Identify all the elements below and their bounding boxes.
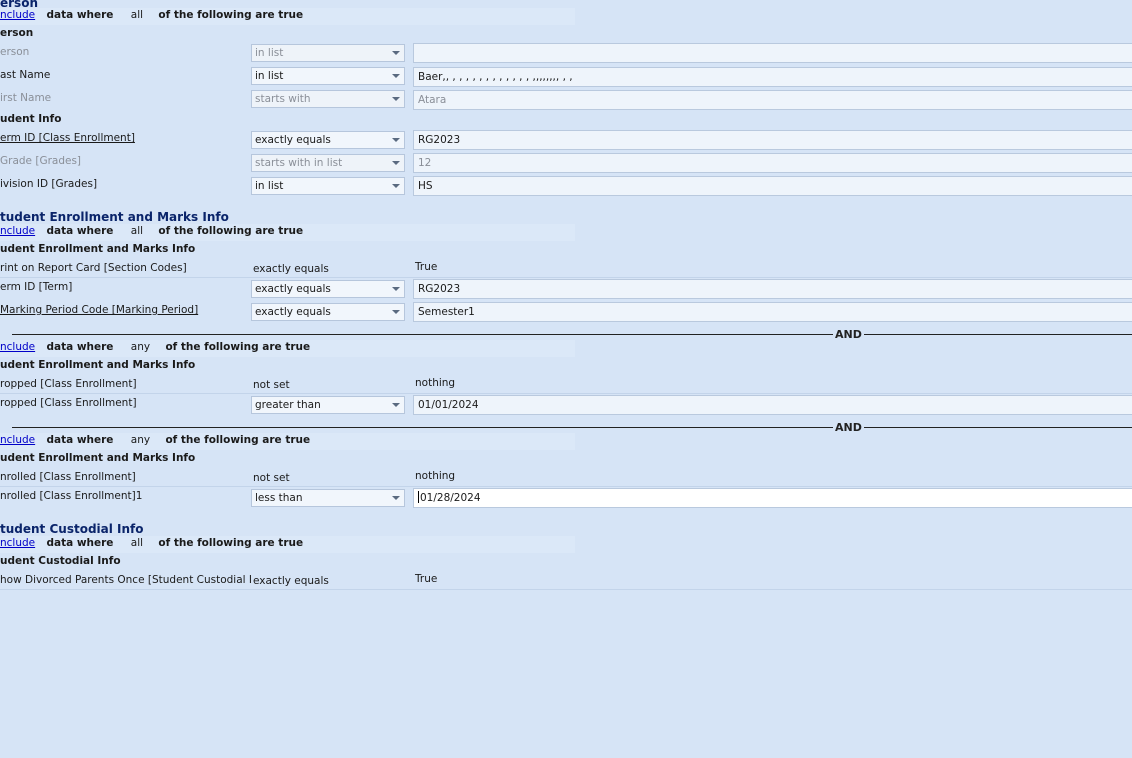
value-field[interactable]: Atara <box>413 90 1132 110</box>
value-text: nothing <box>415 377 456 389</box>
group-heading: udent Info <box>0 113 62 125</box>
condition-suffix: of the following are true <box>165 341 311 353</box>
include-row-dropped: nclude data where any of the following a… <box>0 341 310 358</box>
group-heading: udent Enrollment and Marks Info <box>0 243 196 255</box>
row-divider <box>0 277 1132 278</box>
condition-suffix: of the following are true <box>165 434 311 446</box>
value-text: True <box>415 261 438 273</box>
condition-suffix: of the following are true <box>158 225 304 237</box>
and-separator-line <box>12 427 1132 428</box>
and-separator-label: AND <box>833 328 864 341</box>
quantifier-selector[interactable]: any <box>131 434 150 446</box>
value-text: True <box>415 573 438 585</box>
value-field-active[interactable]: 01/28/2024 <box>413 488 1132 508</box>
operator-dropdown[interactable]: exactly equals <box>251 280 405 298</box>
operator-dropdown[interactable]: in list <box>251 177 405 195</box>
value-field[interactable]: Baer,, , , , , , , , , , , , , ,,,,,,,, … <box>413 67 1132 87</box>
operator-text: exactly equals <box>253 263 329 275</box>
quantifier-selector[interactable]: all <box>131 537 143 549</box>
field-label: how Divorced Parents Once [Student Custo… <box>0 574 253 586</box>
include-row-enrolled: nclude data where any of the following a… <box>0 434 310 451</box>
operator-dropdown[interactable]: starts with in list <box>251 154 405 172</box>
field-label: rint on Report Card [Section Codes] <box>0 262 187 274</box>
section-title-custodial: tudent Custodial Info <box>0 522 144 536</box>
chevron-down-icon <box>392 287 400 291</box>
value-field[interactable]: 12 <box>413 153 1132 173</box>
chevron-down-icon <box>392 51 400 55</box>
field-label: nrolled [Class Enrollment]1 <box>0 490 143 502</box>
value-field[interactable] <box>413 43 1132 63</box>
chevron-down-icon <box>392 184 400 188</box>
quantifier-selector[interactable]: all <box>131 9 143 21</box>
include-link[interactable]: nclude <box>0 537 35 549</box>
include-row-enrollment: nclude data where all of the following a… <box>0 225 303 242</box>
row-divider <box>0 486 1132 487</box>
operator-dropdown[interactable]: starts with <box>251 90 405 108</box>
field-label: ropped [Class Enrollment] <box>0 378 137 390</box>
operator-dropdown[interactable]: in list <box>251 44 405 62</box>
chevron-down-icon <box>392 496 400 500</box>
value-field[interactable]: Semester1 <box>413 302 1132 322</box>
field-label: Marking Period Code [Marking Period] <box>0 304 199 316</box>
operator-text: not set <box>253 379 290 391</box>
text-cursor <box>418 491 419 503</box>
include-link[interactable]: nclude <box>0 9 35 21</box>
operator-dropdown[interactable]: less than <box>251 489 405 507</box>
field-label: irst Name <box>0 92 52 104</box>
value-field[interactable]: RG2023 <box>413 130 1132 150</box>
chevron-down-icon <box>392 310 400 314</box>
group-heading: erson <box>0 27 34 39</box>
row-divider <box>0 393 1132 394</box>
include-row-custodial: nclude data where all of the following a… <box>0 537 303 554</box>
include-link[interactable]: nclude <box>0 341 35 353</box>
condition-suffix: of the following are true <box>158 537 304 549</box>
include-link[interactable]: nclude <box>0 225 35 237</box>
operator-dropdown[interactable]: in list <box>251 67 405 85</box>
data-where-text: data where <box>46 537 114 549</box>
chevron-down-icon <box>392 161 400 165</box>
field-label: ast Name <box>0 69 51 81</box>
value-field[interactable]: HS <box>413 176 1132 196</box>
value-field[interactable]: 01/01/2024 <box>413 395 1132 415</box>
field-label: ropped [Class Enrollment] <box>0 397 137 409</box>
quantifier-selector[interactable]: all <box>131 225 143 237</box>
field-label: erm ID [Term] <box>0 281 73 293</box>
operator-dropdown[interactable]: exactly equals <box>251 131 405 149</box>
chevron-down-icon <box>392 74 400 78</box>
and-separator-label: AND <box>833 421 864 434</box>
data-where-text: data where <box>46 341 114 353</box>
data-where-text: data where <box>46 434 114 446</box>
operator-dropdown[interactable]: greater than <box>251 396 405 414</box>
chevron-down-icon <box>392 138 400 142</box>
operator-text: exactly equals <box>253 575 329 587</box>
chevron-down-icon <box>392 403 400 407</box>
field-label: erm ID [Class Enrollment] <box>0 132 135 144</box>
condition-suffix: of the following are true <box>158 9 304 21</box>
value-text: nothing <box>415 470 456 482</box>
section-title-enrollment: tudent Enrollment and Marks Info <box>0 210 229 224</box>
field-label: nrolled [Class Enrollment] <box>0 471 136 483</box>
field-label: Grade [Grades] <box>0 155 82 167</box>
quantifier-selector[interactable]: any <box>131 341 150 353</box>
value-field[interactable]: RG2023 <box>413 279 1132 299</box>
field-label: erson <box>0 46 30 58</box>
data-where-text: data where <box>46 225 114 237</box>
group-heading: udent Custodial Info <box>0 555 121 567</box>
operator-dropdown[interactable]: exactly equals <box>251 303 405 321</box>
operator-text: not set <box>253 472 290 484</box>
chevron-down-icon <box>392 97 400 101</box>
group-heading: udent Enrollment and Marks Info <box>0 359 196 371</box>
data-where-text: data where <box>46 9 114 21</box>
field-label: ivision ID [Grades] <box>0 178 98 190</box>
and-separator-line <box>12 334 1132 335</box>
row-divider <box>0 589 1132 590</box>
include-row-person: nclude data where all of the following a… <box>0 9 303 26</box>
group-heading: udent Enrollment and Marks Info <box>0 452 196 464</box>
include-link[interactable]: nclude <box>0 434 35 446</box>
